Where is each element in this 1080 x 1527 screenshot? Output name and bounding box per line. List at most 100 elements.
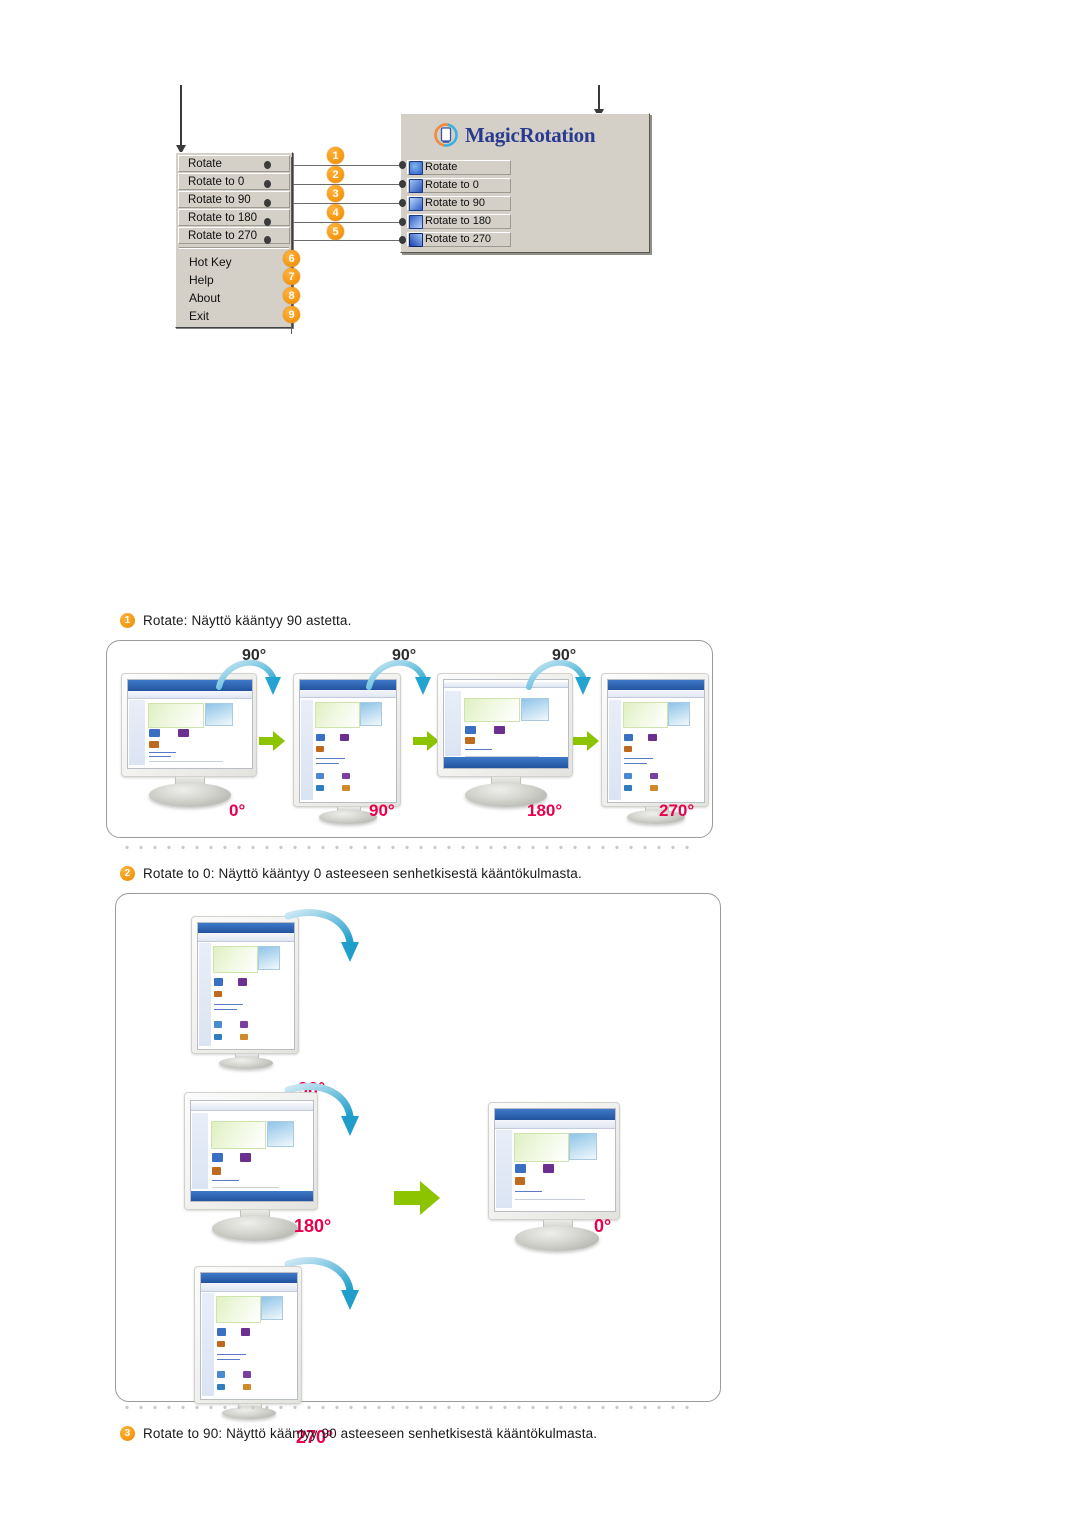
section-2-separator xyxy=(120,1405,690,1410)
context-menu-item-label: Rotate to 0 xyxy=(188,176,245,188)
panel-item-rotate-to-180[interactable]: Rotate to 180 xyxy=(407,214,511,229)
magicrotation-logo-text: MagicRotation xyxy=(465,122,596,147)
context-menu-item-hot-key[interactable]: Hot Key xyxy=(178,253,290,271)
callout-badge-1: 1 xyxy=(327,147,344,164)
context-menu-item-label: Rotate xyxy=(188,158,222,170)
callout-badge-7: 7 xyxy=(283,268,300,285)
tray-context-menu[interactable]: Rotate Rotate to 0 Rotate to 90 Rotate t… xyxy=(175,152,293,328)
callout-badge-label: 9 xyxy=(288,308,295,321)
callout-badge-label: 4 xyxy=(332,206,339,219)
context-menu-item-label: Help xyxy=(189,273,214,287)
rotate-90-icon xyxy=(409,196,423,211)
monitor-source-label-180deg: 180° xyxy=(294,1216,332,1236)
monitor-label-180deg: 180° xyxy=(527,801,563,820)
pointer-arrow-right-line xyxy=(598,85,600,111)
section-2-caption: 2 Rotate to 0: Näyttö kääntyy 0 asteesee… xyxy=(120,866,582,881)
rotation-arrow-label-1: 90° xyxy=(242,647,267,664)
rotate-270-icon xyxy=(409,232,423,247)
magicrotation-menu-diagram: Rotate Rotate to 0 Rotate to 90 Rotate t… xyxy=(0,0,1080,360)
pointer-arrow-left-line xyxy=(180,85,182,147)
callout-badge-6: 6 xyxy=(283,250,300,267)
rotation-arrow-s2-1 xyxy=(284,909,359,962)
context-menu-item-rotate-to-270[interactable]: Rotate to 270 xyxy=(178,227,290,244)
connector-dot xyxy=(399,161,406,169)
callout-badge-label: 7 xyxy=(288,270,295,283)
screen-content xyxy=(191,1101,313,1201)
panel-item-label: Rotate to 270 xyxy=(425,233,492,245)
section-3-badge: 3 xyxy=(120,1426,135,1441)
context-menu-item-label: Exit xyxy=(189,309,210,323)
panel-item-label: Rotate to 180 xyxy=(425,215,492,227)
callout-badge-label: 8 xyxy=(288,289,295,302)
connector-dot xyxy=(399,199,406,207)
panel-item-label: Rotate to 0 xyxy=(425,179,479,191)
callout-badge-8: 8 xyxy=(283,287,300,304)
rotation-arrow-label-3: 90° xyxy=(552,647,577,664)
connector-line-1 xyxy=(293,165,406,166)
callout-badge-label: 1 xyxy=(332,149,339,162)
callout-badge-9: 9 xyxy=(283,306,300,323)
context-menu-item-rotate-to-90[interactable]: Rotate to 90 xyxy=(178,191,290,208)
context-menu-item-about[interactable]: About xyxy=(178,289,290,307)
monitor-label-0deg: 0° xyxy=(229,801,246,820)
connector-line-2 xyxy=(293,184,406,185)
section-2-illustration-panel: 90° 180° 270° 0° xyxy=(115,893,721,1447)
monitor-source-180deg xyxy=(184,1092,329,1241)
context-menu-item-label: Rotate to 180 xyxy=(188,212,258,224)
context-menu-item-rotate-to-180[interactable]: Rotate to 180 xyxy=(178,209,290,226)
panel-item-label: Rotate to 90 xyxy=(425,197,485,209)
context-menu-item-rotate[interactable]: Rotate xyxy=(178,155,290,172)
callout-badge-label: 3 xyxy=(332,187,339,200)
section-1-caption-text: Rotate: Näyttö kääntyy 90 astetta. xyxy=(143,613,352,628)
panel-item-rotate-to-0[interactable]: Rotate to 0 xyxy=(407,178,511,193)
callout-badge-label: 2 xyxy=(332,168,339,181)
connector-line-5 xyxy=(293,240,406,241)
connector-line-4 xyxy=(293,222,406,223)
monitor-source-270deg xyxy=(194,1266,314,1419)
context-menu-item-rotate-to-0[interactable]: Rotate to 0 xyxy=(178,173,290,190)
screen-content xyxy=(201,1273,297,1399)
section-2-caption-text: Rotate to 0: Näyttö kääntyy 0 asteeseen … xyxy=(143,866,582,881)
context-menu-item-exit[interactable]: Exit xyxy=(178,307,290,325)
panel-item-rotate[interactable]: Rotate xyxy=(407,160,511,175)
monitor-label-90deg: 90° xyxy=(369,801,395,820)
callout-badge-label: 6 xyxy=(288,252,295,265)
connector-dot xyxy=(264,218,271,226)
connector-dot xyxy=(399,180,406,188)
panel-item-rotate-to-270[interactable]: Rotate to 270 xyxy=(407,232,511,247)
screen-content xyxy=(608,680,704,802)
context-menu-item-label: Rotate to 90 xyxy=(188,194,251,206)
callout-badge-3: 3 xyxy=(327,185,344,202)
connector-dot xyxy=(264,161,271,169)
connector-dot xyxy=(264,199,271,207)
panel-item-rotate-to-90[interactable]: Rotate to 90 xyxy=(407,196,511,211)
transition-arrow-1 xyxy=(259,731,285,751)
callout-badge-4: 4 xyxy=(327,204,344,221)
context-menu-item-help[interactable]: Help xyxy=(178,271,290,289)
magicrotation-logo-icon xyxy=(434,123,458,147)
screen-content xyxy=(495,1109,615,1211)
context-menu-item-label: About xyxy=(189,291,221,305)
section-2-badge: 2 xyxy=(120,866,135,881)
rotation-arrow-label-2: 90° xyxy=(392,647,417,664)
section-1-separator xyxy=(120,845,690,850)
callout-badge-2: 2 xyxy=(327,166,344,183)
monitor-270deg xyxy=(601,673,721,824)
connector-dot xyxy=(264,236,271,244)
monitor-target-label-0deg: 0° xyxy=(594,1216,612,1236)
monitor-label-270deg: 270° xyxy=(659,801,695,820)
context-menu-item-label: Hot Key xyxy=(189,255,232,269)
rotate-180-icon xyxy=(409,214,423,229)
screen-content xyxy=(198,923,294,1049)
rotate-0-icon xyxy=(409,178,423,193)
callout-badge-5: 5 xyxy=(327,223,344,240)
panel-item-label: Rotate xyxy=(425,161,458,173)
section-1-illustration-panel: 0° 90° 90° 90° 180° 90° 270° xyxy=(106,640,713,838)
callout-badge-label: 5 xyxy=(332,225,339,238)
context-menu-separator xyxy=(179,247,289,249)
transition-arrow-3 xyxy=(573,731,599,751)
connector-line-3 xyxy=(293,203,406,204)
magicrotation-logo: MagicRotation xyxy=(433,122,596,148)
connector-dot xyxy=(399,236,406,244)
rotate-icon xyxy=(409,160,423,175)
